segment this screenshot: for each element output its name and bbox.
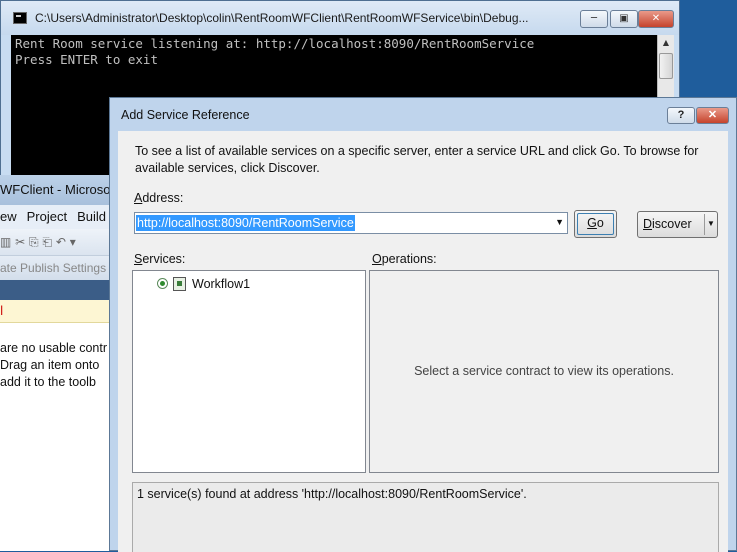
dialog-content: To see a list of available services on a… <box>118 131 728 552</box>
go-button[interactable]: Go <box>574 210 617 238</box>
scroll-up-icon[interactable]: ▲ <box>658 35 674 51</box>
services-label: Services: <box>134 252 186 266</box>
service-icon <box>173 277 186 291</box>
status-text: 1 service(s) found at address 'http://lo… <box>137 487 527 501</box>
address-input[interactable]: http://localhost:8090/RentRoomService <box>136 215 355 231</box>
console-line: Rent Room service listening at: http://l… <box>15 36 535 51</box>
chevron-down-icon[interactable]: ▼ <box>555 217 564 227</box>
dialog-close-button[interactable]: ✕ <box>696 107 729 124</box>
dialog-titlebar[interactable]: Add Service Reference ? ✕ <box>110 98 736 132</box>
console-titlebar[interactable]: C:\Users\Administrator\Desktop\colin\Ren… <box>1 1 679 35</box>
message-line: are no usable contr <box>0 341 108 355</box>
tree-item-label: Workflow1 <box>192 277 251 291</box>
message-line: Drag an item onto <box>0 358 100 372</box>
console-icon <box>13 12 27 24</box>
dropdown-arrow-icon[interactable]: ▼ <box>707 212 715 236</box>
visual-studio-window: WFClient - Microsof ew Project Build ▥ ✂ ⎘… <box>0 175 112 551</box>
dialog-title: Add Service Reference <box>121 108 250 122</box>
minimize-button[interactable]: ─ <box>580 10 608 28</box>
go-button-focus <box>577 213 614 235</box>
address-combobox[interactable]: http://localhost:8090/RentRoomService ▼ <box>134 212 568 234</box>
menu-item-project[interactable]: Project <box>27 209 67 224</box>
console-title: C:\Users\Administrator\Desktop\colin\Ren… <box>35 11 529 25</box>
console-line: Press ENTER to exit <box>15 52 158 67</box>
vs-menu-bar: ew Project Build <box>0 205 112 229</box>
help-button[interactable]: ? <box>667 107 695 124</box>
close-button[interactable]: ✕ <box>638 10 674 28</box>
menu-item-view[interactable]: ew <box>0 209 17 224</box>
message-line: add it to the toolb <box>0 375 96 389</box>
vs-toolbar[interactable]: ▥ ✂ ⎘ ⎗ ↶ ▾ <box>0 229 112 256</box>
status-area: 1 service(s) found at address 'http://lo… <box>132 482 719 552</box>
expand-icon[interactable] <box>157 278 168 289</box>
operations-label: Operations: <box>372 252 437 266</box>
discover-button[interactable]: Discover ▼ <box>637 211 718 238</box>
scroll-thumb[interactable] <box>659 53 673 79</box>
restore-button[interactable]: ▣ <box>610 10 638 28</box>
vs-designer-message: are no usable contr Drag an item onto ad… <box>0 323 112 391</box>
menu-item-build[interactable]: Build <box>77 209 106 224</box>
operations-list[interactable]: Select a service contract to view its op… <box>369 270 719 473</box>
intro-text: To see a list of available services on a… <box>135 144 699 175</box>
services-tree[interactable]: Workflow1 <box>132 270 366 473</box>
vs-title[interactable]: WFClient - Microsof <box>0 175 112 205</box>
operations-placeholder: Select a service contract to view its op… <box>414 364 674 378</box>
vs-document-tab[interactable]: l <box>0 300 112 323</box>
vs-document-tabs <box>0 280 112 300</box>
vs-publish-toolbar[interactable]: ate Publish Settings <box>0 256 112 280</box>
address-label: Address: <box>134 191 184 205</box>
add-service-reference-dialog: Add Service Reference ? ✕ To see a list … <box>109 97 737 552</box>
